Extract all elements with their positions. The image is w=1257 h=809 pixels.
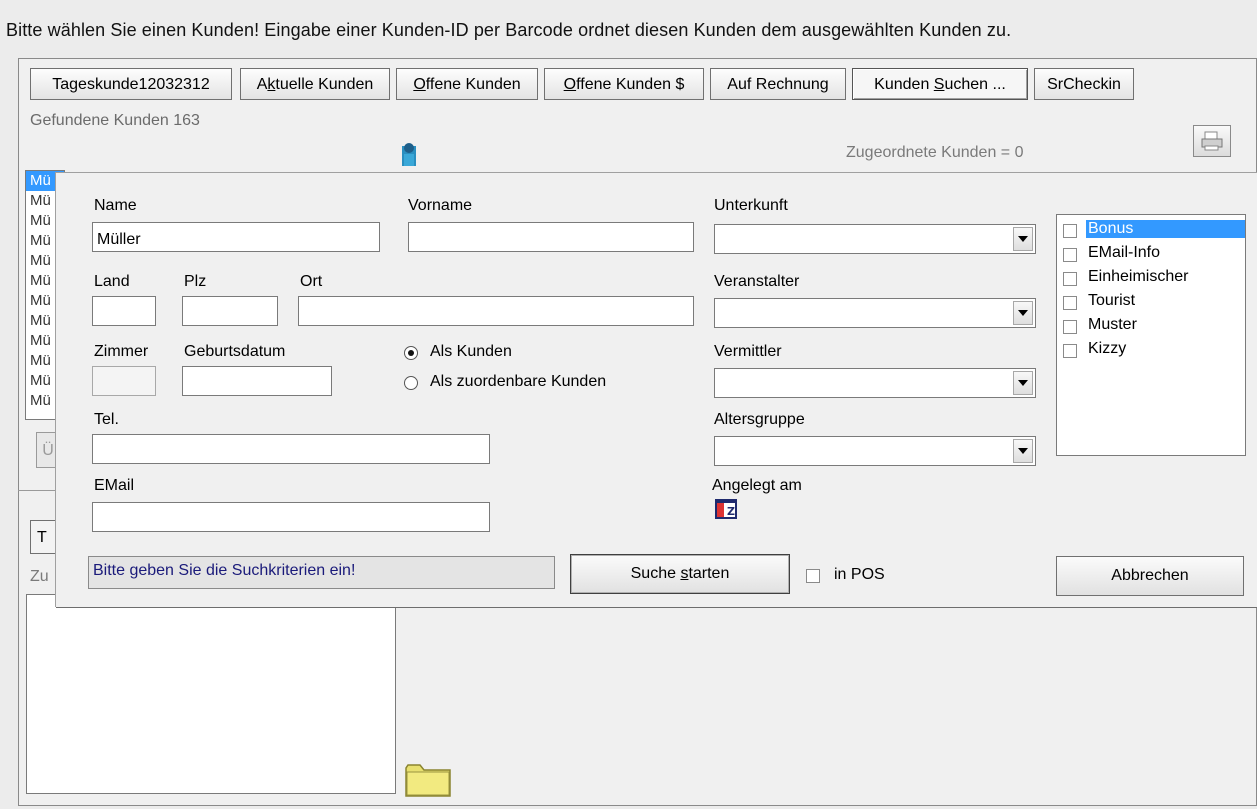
- geburtsdatum-field[interactable]: [182, 366, 332, 396]
- altersgruppe-dropdown[interactable]: [714, 436, 1036, 466]
- zimmer-field[interactable]: [92, 366, 156, 396]
- checklist-item-bonus[interactable]: Bonus: [1061, 219, 1245, 241]
- tel-field[interactable]: [92, 434, 490, 464]
- chevron-down-icon: [1018, 310, 1028, 316]
- radio-als-zuordenbare-kunden[interactable]: [404, 376, 418, 390]
- checklist-label: Einheimischer: [1088, 268, 1189, 285]
- tab-offene-kunden-dollar[interactable]: Offene Kunden $: [544, 68, 704, 100]
- vermittler-label: Vermittler: [714, 343, 782, 360]
- calendar-icon[interactable]: Z: [714, 498, 738, 520]
- land-field[interactable]: [92, 296, 156, 326]
- radio-als-kunden[interactable]: [404, 346, 418, 360]
- checklist-item-einheimischer[interactable]: Einheimischer: [1061, 267, 1243, 289]
- tab-offene-kunden[interactable]: Offene Kunden: [396, 68, 538, 100]
- veranstalter-dropdown[interactable]: [714, 298, 1036, 328]
- checkbox[interactable]: [1063, 344, 1077, 358]
- assigned-customers-count: Zugeordnete Kunden = 0: [846, 144, 1024, 161]
- unterkunft-dropdown[interactable]: [714, 224, 1036, 254]
- search-start-button[interactable]: Suche starten: [570, 554, 790, 594]
- radio-als-zuordenbare-kunden-label[interactable]: Als zuordenbare Kunden: [430, 373, 606, 391]
- tab-label-part: A: [256, 76, 268, 93]
- in-pos-checkbox[interactable]: [806, 569, 820, 583]
- ort-label: Ort: [300, 273, 323, 290]
- vorname-field[interactable]: [408, 222, 694, 252]
- status-message: Bitte geben Sie die Suchkriterien ein!: [88, 556, 555, 589]
- background-label: Zu: [30, 568, 49, 585]
- checklist-item-muster[interactable]: Muster: [1061, 315, 1243, 337]
- checklist-item-email-info[interactable]: EMail-Info: [1061, 243, 1243, 265]
- printer-icon: [1201, 131, 1223, 151]
- checklist-label: Kizzy: [1088, 340, 1127, 357]
- email-field[interactable]: [92, 502, 490, 532]
- folder-icon[interactable]: [404, 760, 452, 798]
- cancel-button[interactable]: Abbrechen: [1056, 556, 1244, 596]
- name-field[interactable]: [92, 222, 380, 252]
- altersgruppe-label: Altersgruppe: [714, 411, 805, 428]
- angelegt-am-label: Angelegt am: [712, 477, 802, 494]
- checklist-item-tourist[interactable]: Tourist: [1061, 291, 1243, 313]
- ort-field[interactable]: [298, 296, 694, 326]
- radio-als-kunden-label[interactable]: Als Kunden: [430, 343, 512, 361]
- checklist-label: Bonus: [1086, 220, 1245, 238]
- in-pos-label[interactable]: in POS: [834, 566, 885, 584]
- checkbox[interactable]: [1063, 320, 1077, 334]
- chevron-down-icon: [1018, 380, 1028, 386]
- print-button[interactable]: [1193, 125, 1231, 157]
- tab-srcheckin[interactable]: SrCheckin: [1034, 68, 1134, 100]
- tab-kunden-suchen[interactable]: Kunden Suchen ...: [852, 68, 1028, 100]
- checklist-label: Muster: [1088, 316, 1137, 333]
- zimmer-label: Zimmer: [94, 343, 149, 360]
- instruction-title: Bitte wählen Sie einen Kunden! Eingabe e…: [6, 20, 1012, 40]
- found-customers-count: Gefundene Kunden 163: [30, 112, 200, 129]
- dropdown-arrow[interactable]: [1013, 371, 1033, 395]
- tab-label-accel: S: [933, 76, 945, 93]
- tab-label-part: tuelle Kunden: [275, 76, 374, 93]
- chevron-down-icon: [1018, 448, 1028, 454]
- chevron-down-icon: [1018, 236, 1028, 242]
- assigned-customers-list[interactable]: [26, 594, 396, 794]
- tab-label-accel: O: [563, 76, 577, 93]
- tab-label-part: Kunden: [874, 76, 934, 93]
- plz-field[interactable]: [182, 296, 278, 326]
- checkbox[interactable]: [1063, 272, 1077, 286]
- email-label: EMail: [94, 477, 135, 494]
- svg-text:Z: Z: [727, 505, 735, 518]
- checkbox[interactable]: [1063, 296, 1077, 310]
- tab-label-accel: O: [413, 76, 426, 93]
- tab-auf-rechnung[interactable]: Auf Rechnung: [710, 68, 846, 100]
- unterkunft-label: Unterkunft: [714, 197, 788, 214]
- dropdown-arrow[interactable]: [1013, 227, 1033, 251]
- checklist-label: EMail-Info: [1088, 244, 1161, 261]
- tab-label-part: uchen ...: [944, 76, 1006, 93]
- dropdown-arrow[interactable]: [1013, 301, 1033, 325]
- vorname-label: Vorname: [408, 197, 473, 214]
- button-label-part: tarten: [688, 565, 730, 582]
- checklist-label: Tourist: [1088, 292, 1136, 309]
- tab-label-part: ffene Kunden: [425, 76, 521, 93]
- checkbox[interactable]: [1063, 224, 1077, 238]
- plz-label: Plz: [184, 273, 207, 290]
- geburtsdatum-label: Geburtsdatum: [184, 343, 286, 360]
- tab-tageskunde-label: Tageskunde12032312: [52, 76, 210, 93]
- checklist-item-kizzy[interactable]: Kizzy: [1061, 339, 1243, 361]
- land-label: Land: [94, 273, 130, 290]
- tel-label: Tel.: [94, 411, 119, 428]
- tab-srcheckin-label: SrCheckin: [1047, 76, 1121, 93]
- button-label-part: Suche: [630, 565, 681, 582]
- vermittler-dropdown[interactable]: [714, 368, 1036, 398]
- veranstalter-label: Veranstalter: [714, 273, 800, 290]
- dropdown-arrow[interactable]: [1013, 439, 1033, 463]
- tab-tageskunde[interactable]: Tageskunde12032312: [30, 68, 232, 100]
- customer-person-icon: [400, 140, 418, 166]
- checkbox[interactable]: [1063, 248, 1077, 262]
- tab-label-part: ffene Kunden $: [576, 76, 685, 93]
- name-label: Name: [94, 197, 137, 214]
- attribute-checklist[interactable]: Bonus EMail-Info Einheimischer Tourist M…: [1056, 214, 1246, 456]
- tab-aktuelle-kunden[interactable]: Aktuelle Kunden: [240, 68, 390, 100]
- tab-auf-rechnung-label: Auf Rechnung: [727, 76, 829, 93]
